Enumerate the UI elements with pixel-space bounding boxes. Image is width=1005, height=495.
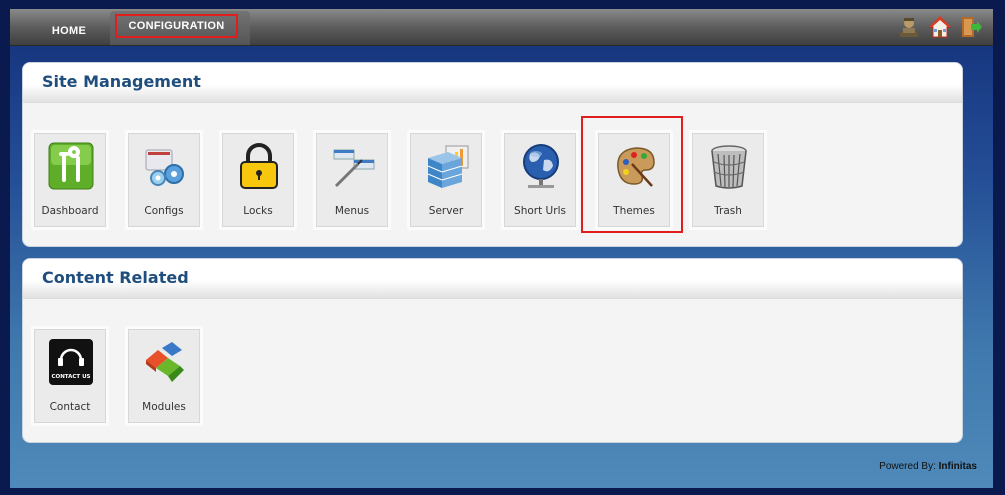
dashboard-label: Dashboard bbox=[41, 205, 99, 217]
contact-label: Contact bbox=[49, 401, 91, 413]
top-icon-group bbox=[897, 15, 983, 39]
configs-button[interactable]: Configs bbox=[128, 133, 200, 227]
short-urls-button[interactable]: Short Urls bbox=[504, 133, 576, 227]
logout-icon[interactable] bbox=[959, 15, 983, 39]
tab-configuration-label: CONFIGURATION bbox=[128, 20, 225, 32]
locks-button[interactable]: Locks bbox=[222, 133, 294, 227]
site-management-panel: Site Management Dashboard Configs Locks … bbox=[22, 62, 963, 247]
powered-by-label: Powered By: bbox=[879, 461, 936, 472]
app-frame: HOME CONFIGURATION Site Management Dashb… bbox=[10, 9, 993, 488]
dashboard-button[interactable]: Dashboard bbox=[34, 133, 106, 227]
content-related-panel: Content Related CONTACT US Contact Modul… bbox=[22, 258, 963, 443]
trash-icon bbox=[711, 145, 747, 189]
trash-label: Trash bbox=[714, 205, 742, 217]
lock-icon bbox=[240, 143, 278, 189]
content-related-header: Content Related bbox=[23, 259, 962, 299]
server-icon bbox=[427, 145, 469, 188]
modules-button[interactable]: Modules bbox=[128, 329, 200, 423]
dashboard-icon bbox=[48, 142, 94, 190]
site-management-header: Site Management bbox=[23, 63, 962, 103]
configs-label: Configs bbox=[144, 205, 184, 217]
content-related-items: CONTACT US Contact Modules bbox=[23, 329, 962, 425]
powered-by-footer: Powered By: Infinitas bbox=[879, 461, 977, 472]
modules-label: Modules bbox=[142, 401, 186, 413]
menus-button[interactable]: Menus bbox=[316, 133, 388, 227]
site-management-title: Site Management bbox=[42, 72, 201, 91]
configs-icon bbox=[145, 149, 184, 186]
svg-text:CONTACT US: CONTACT US bbox=[51, 374, 90, 380]
trash-button[interactable]: Trash bbox=[692, 133, 764, 227]
site-management-items: Dashboard Configs Locks Menus Server Sho… bbox=[23, 133, 962, 229]
top-nav-bar: HOME CONFIGURATION bbox=[10, 9, 993, 46]
tab-home[interactable]: HOME bbox=[36, 11, 102, 45]
locks-label: Locks bbox=[243, 205, 273, 217]
tab-configuration[interactable]: CONFIGURATION bbox=[110, 11, 250, 45]
content-related-title: Content Related bbox=[42, 268, 189, 287]
menus-icon bbox=[333, 149, 375, 188]
globe-icon bbox=[523, 144, 559, 188]
short-urls-label: Short Urls bbox=[514, 205, 566, 217]
tab-configuration-highlight: CONFIGURATION bbox=[115, 14, 238, 38]
server-label: Server bbox=[428, 205, 464, 217]
menus-label: Menus bbox=[334, 205, 370, 217]
server-button[interactable]: Server bbox=[410, 133, 482, 227]
contact-icon: CONTACT US bbox=[49, 339, 93, 385]
modules-icon bbox=[146, 342, 184, 382]
user-icon[interactable] bbox=[897, 15, 921, 39]
tab-home-label: HOME bbox=[51, 25, 87, 37]
powered-by-brand[interactable]: Infinitas bbox=[939, 461, 977, 472]
themes-highlight-box bbox=[581, 116, 683, 233]
home-icon[interactable] bbox=[928, 15, 952, 39]
contact-button[interactable]: CONTACT US Contact bbox=[34, 329, 106, 423]
